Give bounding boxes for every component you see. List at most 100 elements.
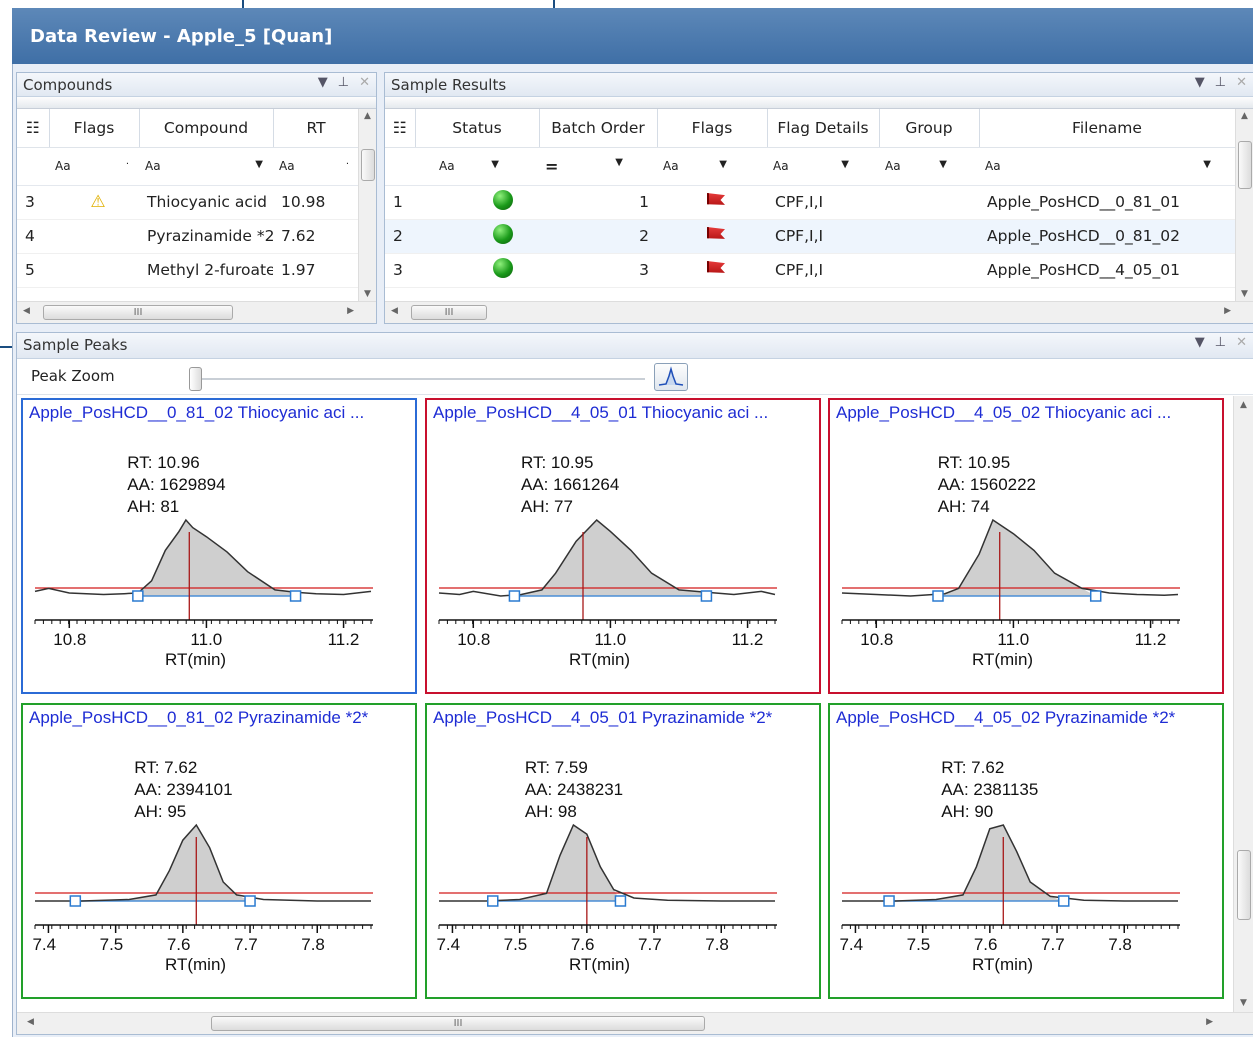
chromatogram-title: Apple_PosHCD__4_05_01 Pyrazinamide *2* — [433, 708, 773, 727]
x-tick-label: 7.6 — [570, 935, 595, 954]
peak-boundary-marker[interactable] — [69, 895, 82, 907]
chromatogram-card[interactable]: 7.4 7.5 7.6 7.7 7.8 Apple_PosHCD__4_05_02 Pyr… — [828, 703, 1224, 999]
compounds-pane-header: Compounds ▼ ⊥ ✕ — [17, 73, 376, 97]
table-row[interactable]: 3 ⚠ Thiocyanic acid 10.98 — [17, 185, 359, 220]
table-row[interactable]: 1 1 CPF,I,I Apple_PosHCD__0_81_01 — [385, 185, 1235, 220]
peak-stat-line: AH: 95 — [134, 802, 187, 821]
peak-fit-button[interactable] — [654, 363, 688, 391]
sample-results-pane-header: Sample Results ▼ ⊥ ✕ — [385, 73, 1253, 97]
filter-batch-order[interactable]: = ▼ — [539, 147, 657, 186]
chromatogram-card[interactable]: 10.8 11.0 11.2 Apple_PosHCD__4_05_01 Thiocy… — [425, 398, 821, 694]
filter-rt[interactable]: Aa · — [273, 147, 359, 186]
scrollbar-thumb[interactable]: III — [211, 1016, 705, 1031]
filter-compound[interactable]: Aa ▼ — [139, 147, 273, 186]
sample-peaks-pane-title: Sample Peaks — [23, 336, 128, 354]
slider-thumb[interactable] — [189, 367, 202, 391]
column-header-flags[interactable]: Flags — [49, 109, 140, 148]
window-client: Compounds ▼ ⊥ ✕ ☷ Flags Compound RT Aa · Aa… — [12, 64, 1253, 1037]
peak-boundary-marker[interactable] — [132, 590, 144, 602]
column-header-rt[interactable]: RT — [273, 109, 360, 148]
peak-boundary-marker[interactable] — [1058, 895, 1070, 907]
peak-stat-line: AH: 98 — [524, 802, 577, 821]
x-tick-label: 11.2 — [327, 630, 360, 649]
x-tick-label: 7.6 — [973, 935, 998, 954]
sample-peaks-pane: Sample Peaks ▼ ⊥ ✕ Peak Zoom 10.8 11.0 11.2 A… — [16, 332, 1253, 1035]
x-tick-label: 7.8 — [1108, 935, 1132, 954]
dropdown-icon[interactable]: ▼ — [1195, 335, 1205, 350]
x-tick-label: 7.8 — [705, 935, 729, 954]
peak-boundary-marker[interactable] — [244, 895, 256, 907]
peak-zoom-bar: Peak Zoom — [17, 359, 1253, 395]
callout-line — [0, 346, 12, 348]
peak-boundary-marker[interactable] — [508, 590, 521, 602]
compounds-vertical-scrollbar[interactable]: ▲ ▼ — [358, 109, 376, 301]
filter-flags[interactable]: Aa · — [49, 147, 139, 186]
close-icon[interactable]: ✕ — [1236, 75, 1247, 90]
column-header-batch-order[interactable]: Batch Order — [539, 109, 658, 148]
dropdown-icon[interactable]: ▼ — [318, 75, 328, 90]
filter-flag-details[interactable]: Aa ▼ — [767, 147, 879, 186]
scrollbar-thumb[interactable]: III — [43, 305, 233, 320]
sample-results-vertical-scrollbar[interactable]: ▲ ▼ — [1235, 109, 1253, 301]
filter-filename[interactable]: Aa ▼ — [979, 147, 1235, 186]
peak-stat-line: RT: 7.59 — [524, 758, 588, 777]
pin-icon[interactable]: ⊥ — [1215, 335, 1226, 350]
peaks-horizontal-scrollbar[interactable]: ◀ III ▶ — [17, 1012, 1253, 1034]
column-header-compound[interactable]: Compound — [139, 109, 274, 148]
peak-boundary-marker[interactable] — [289, 590, 302, 602]
x-tick-label: 7.8 — [301, 935, 325, 954]
column-header-group[interactable]: Group — [879, 109, 980, 148]
peak-stat-line: RT: 7.62 — [941, 758, 1005, 777]
peak-stat-line: RT: 10.95 — [937, 453, 1011, 472]
scrollbar-thumb[interactable] — [361, 149, 375, 181]
chromatogram-card[interactable]: 10.8 11.0 11.2 Apple_PosHCD__0_81_02 Thiocy… — [21, 398, 417, 694]
table-row[interactable]: 4 Pyrazinamide *2* 7.62 — [17, 219, 359, 254]
peak-stats: RT: 10.96 AA: 1629894 AH: 81 — [127, 452, 225, 518]
peak-stat-line: AH: 90 — [941, 802, 994, 821]
sample-results-horizontal-scrollbar[interactable]: ◀ III ▶ — [385, 301, 1253, 323]
peak-boundary-marker[interactable] — [932, 590, 944, 602]
pin-icon[interactable]: ⊥ — [338, 75, 349, 90]
peak-boundary-marker[interactable] — [700, 590, 713, 602]
scrollbar-thumb[interactable] — [1237, 850, 1251, 920]
column-header-filename[interactable]: Filename — [979, 109, 1236, 148]
peak-boundary-marker[interactable] — [614, 895, 627, 907]
column-header-status[interactable]: Status — [415, 109, 540, 148]
x-axis-label: RT(min) — [569, 650, 631, 669]
scrollbar-thumb[interactable]: III — [411, 305, 487, 320]
column-header-flag-details[interactable]: Flag Details — [767, 109, 880, 148]
peak-zoom-slider[interactable] — [189, 367, 645, 391]
grid-group-bar — [385, 97, 1253, 109]
table-row[interactable]: 5 Methyl 2-furoate 1.97 — [17, 253, 359, 288]
peak-boundary-marker[interactable] — [883, 895, 895, 907]
x-tick-label: 11.2 — [731, 630, 764, 649]
peak-stat-line: AA: 2438231 — [524, 780, 624, 799]
column-chooser-icon[interactable]: ☷ — [385, 109, 416, 148]
close-icon[interactable]: ✕ — [1236, 335, 1247, 350]
chromatogram-card[interactable]: 10.8 11.0 11.2 Apple_PosHCD__4_05_02 Thiocy… — [828, 398, 1224, 694]
red-flag-icon — [707, 227, 725, 239]
close-icon[interactable]: ✕ — [359, 75, 370, 90]
x-tick-label: 10.8 — [53, 630, 87, 649]
compounds-horizontal-scrollbar[interactable]: ◀ III ▶ — [17, 301, 376, 323]
chromatogram-title: Apple_PosHCD__4_05_02 Thiocyanic aci ... — [836, 403, 1172, 422]
peak-boundary-marker[interactable] — [487, 895, 499, 907]
red-flag-icon — [707, 193, 725, 205]
scrollbar-thumb[interactable] — [1238, 141, 1252, 189]
x-tick-label: 11.0 — [594, 630, 627, 649]
chromatogram-plot — [34, 823, 373, 933]
chromatogram-card[interactable]: 7.4 7.5 7.6 7.7 7.8 Apple_PosHCD__4_05_01 Pyr… — [425, 703, 821, 999]
column-chooser-icon[interactable]: ☷ — [17, 109, 50, 148]
peak-boundary-marker[interactable] — [1089, 590, 1102, 602]
filter-group[interactable]: Aa ▼ — [879, 147, 979, 186]
table-row[interactable]: 2 2 CPF,I,I Apple_PosHCD__0_81_02 — [385, 219, 1235, 254]
chromatogram-card[interactable]: 7.4 7.5 7.6 7.7 7.8 Apple_PosHCD__0_81_02 Pyr… — [21, 703, 417, 999]
filter-status[interactable]: Aa ▼ — [415, 147, 539, 186]
filter-flags[interactable]: Aa ▼ — [657, 147, 767, 186]
dropdown-icon[interactable]: ▼ — [1195, 75, 1205, 90]
pin-icon[interactable]: ⊥ — [1215, 75, 1226, 90]
compounds-pane: Compounds ▼ ⊥ ✕ ☷ Flags Compound RT Aa · Aa… — [16, 72, 377, 324]
table-row[interactable]: 3 3 CPF,I,I Apple_PosHCD__4_05_01 — [385, 253, 1235, 288]
column-header-flags[interactable]: Flags — [657, 109, 768, 148]
peaks-vertical-scrollbar[interactable]: ▲ ▼ — [1233, 396, 1253, 1012]
